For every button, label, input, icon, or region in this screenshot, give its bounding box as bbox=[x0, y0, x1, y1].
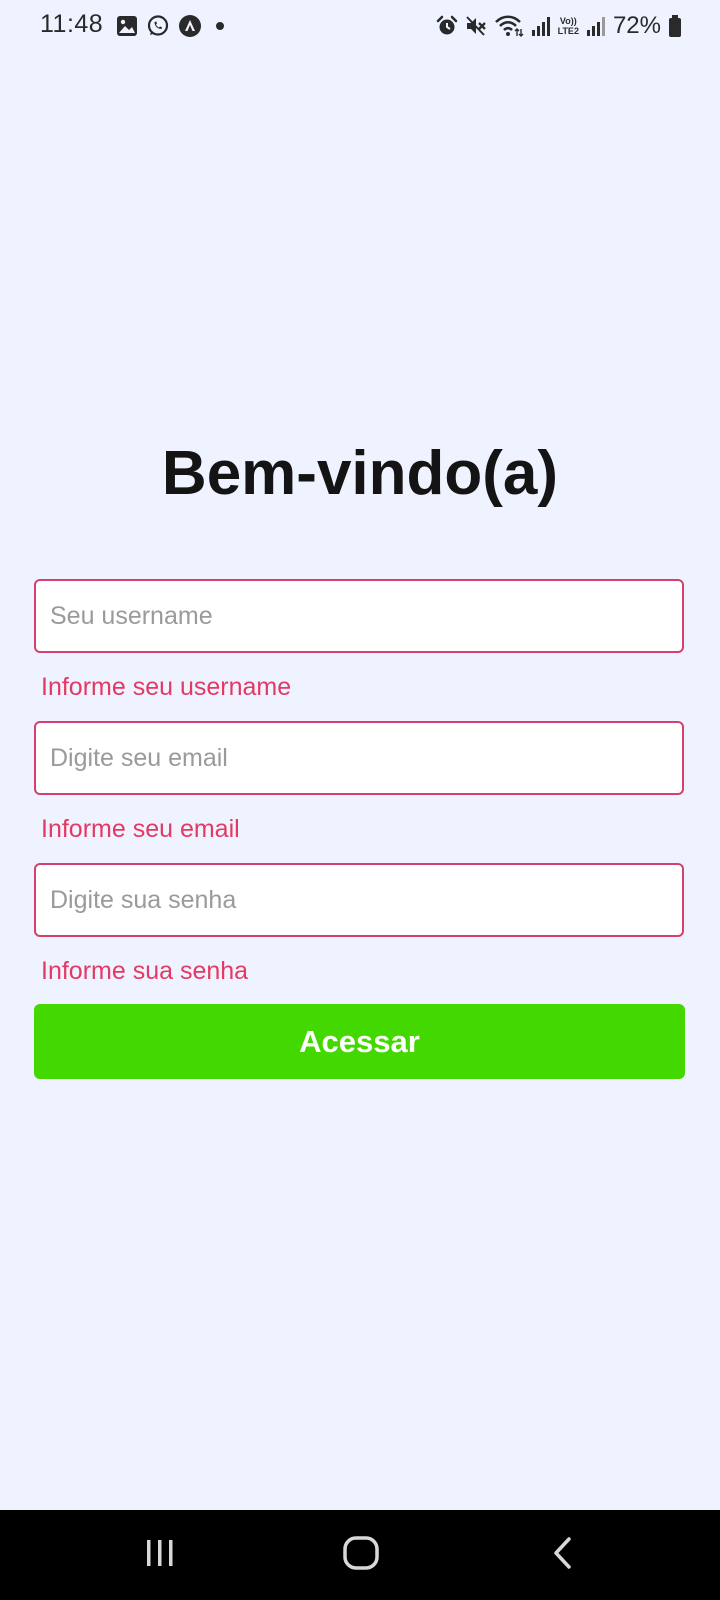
recent-apps-icon bbox=[144, 1538, 176, 1573]
battery-icon bbox=[668, 14, 682, 38]
username-error: Informe seu username bbox=[41, 673, 292, 701]
mute-icon bbox=[465, 15, 487, 37]
page-title: Bem-vindo(a) bbox=[161, 439, 559, 508]
back-button[interactable] bbox=[533, 1532, 593, 1578]
battery-percentage: 72% bbox=[612, 12, 661, 39]
password-error: Informe sua senha bbox=[41, 957, 249, 985]
username-input[interactable] bbox=[34, 579, 684, 653]
alarm-icon bbox=[436, 15, 458, 37]
volte-lte2-icon: Vo)) LTE2 bbox=[558, 16, 579, 36]
email-error: Informe seu email bbox=[41, 815, 240, 843]
back-icon bbox=[550, 1536, 576, 1575]
recent-apps-button[interactable] bbox=[130, 1532, 190, 1578]
app-icon bbox=[178, 14, 202, 38]
whatsapp-icon bbox=[146, 14, 170, 38]
notification-dot bbox=[210, 16, 230, 36]
volte-label: Vo)) bbox=[559, 16, 577, 26]
lte2-label: LTE2 bbox=[557, 26, 579, 36]
status-time: 11:48 bbox=[40, 10, 104, 38]
status-bar: 11:48 Vo)) LTE2 72% bbox=[0, 0, 720, 56]
wifi-icon bbox=[494, 14, 524, 38]
email-input[interactable] bbox=[34, 721, 684, 795]
signal-2-icon bbox=[586, 15, 606, 37]
status-system-icons: Vo)) LTE2 72% bbox=[436, 12, 682, 40]
signal-icon bbox=[531, 15, 551, 37]
home-button[interactable] bbox=[331, 1532, 391, 1578]
status-notification-icons bbox=[116, 14, 230, 38]
password-input[interactable] bbox=[34, 863, 684, 937]
gallery-icon bbox=[116, 15, 138, 37]
submit-button[interactable]: Acessar bbox=[34, 1004, 685, 1079]
navigation-bar bbox=[0, 1510, 720, 1600]
home-icon bbox=[342, 1535, 380, 1576]
